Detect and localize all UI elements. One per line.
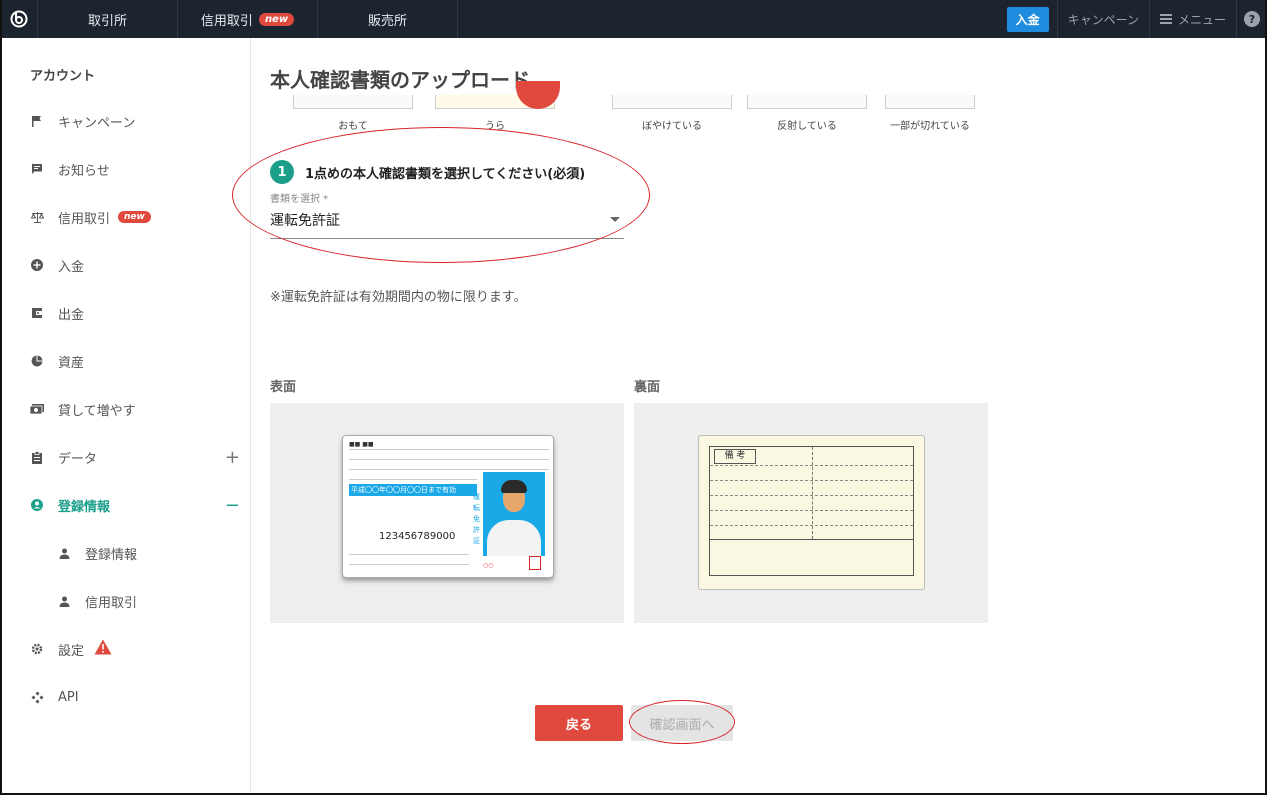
window-frame	[0, 0, 1267, 795]
